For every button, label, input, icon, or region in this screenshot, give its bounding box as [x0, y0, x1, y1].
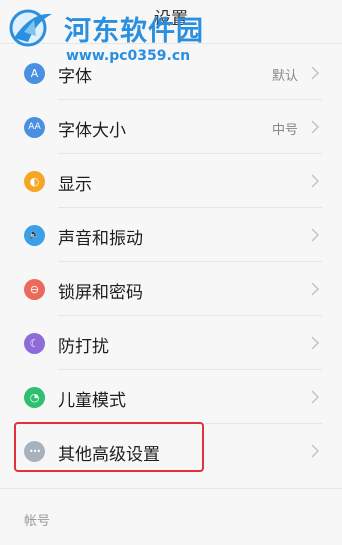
settings-item-label: 声音和振动 [58, 229, 143, 249]
settings-item-sound[interactable]: 🔈 声音和振动 [0, 208, 342, 262]
brightness-icon: ◐ [24, 171, 45, 192]
settings-list: A 字体 默认 AA 字体大小 中号 ◐ 显示 🔈 声音和振动 ⊖ 锁屏和密码 … [0, 46, 342, 478]
settings-item-label: 字体大小 [58, 121, 126, 141]
settings-item-label: 显示 [58, 175, 92, 195]
chevron-right-icon [311, 336, 320, 350]
chevron-right-icon [311, 120, 320, 134]
highlight-box [14, 422, 204, 472]
settings-item-child-mode[interactable]: ◔ 儿童模式 [0, 370, 342, 424]
settings-item-font[interactable]: A 字体 默认 [0, 46, 342, 100]
settings-item-lock-screen[interactable]: ⊖ 锁屏和密码 [0, 262, 342, 316]
settings-item-font-size[interactable]: AA 字体大小 中号 [0, 100, 342, 154]
settings-item-label: 防打扰 [58, 337, 109, 357]
chevron-right-icon [311, 228, 320, 242]
section-header-account: 帐号 [24, 514, 51, 529]
section-divider [0, 488, 342, 489]
settings-item-label: 字体 [58, 67, 92, 87]
settings-item-do-not-disturb[interactable]: ☾ 防打扰 [0, 316, 342, 370]
settings-item-value: 中号 [271, 123, 298, 138]
chevron-right-icon [311, 444, 320, 458]
settings-item-label: 儿童模式 [58, 391, 126, 411]
font-icon: A [24, 63, 45, 84]
chevron-right-icon [311, 282, 320, 296]
watermark-title: 河东软件园 [64, 16, 204, 47]
font-size-icon: AA [24, 117, 45, 138]
watermark-logo [9, 9, 52, 47]
lock-icon: ⊖ [24, 279, 45, 300]
chevron-right-icon [311, 174, 320, 188]
moon-icon: ☾ [24, 333, 45, 354]
child-mode-icon: ◔ [24, 387, 45, 408]
speaker-icon: 🔈 [24, 225, 45, 246]
chevron-right-icon [311, 390, 320, 404]
settings-item-display[interactable]: ◐ 显示 [0, 154, 342, 208]
chevron-right-icon [311, 66, 320, 80]
settings-item-label: 锁屏和密码 [58, 283, 143, 303]
settings-item-value: 默认 [271, 69, 298, 84]
